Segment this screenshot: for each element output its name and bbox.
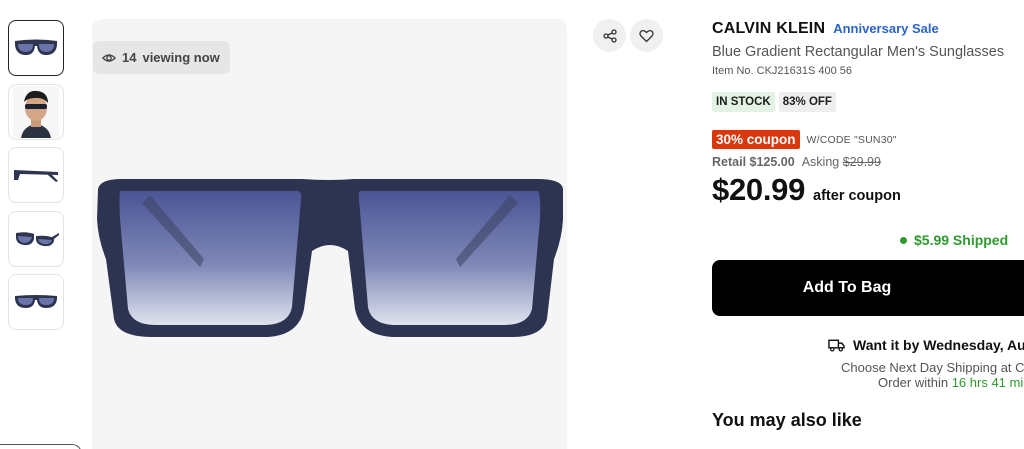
retail-price: Retail $125.00 <box>712 155 795 169</box>
brand-line: CALVIN KLEIN Anniversary Sale <box>712 20 1024 40</box>
viewing-now-badge: 14 viewing now <box>93 41 230 74</box>
stock-badge: IN STOCK <box>712 92 775 112</box>
sunglasses-image-large <box>97 179 563 337</box>
sunglasses-image <box>15 39 57 55</box>
after-coupon-label: after coupon <box>813 188 901 204</box>
thumbnail-sunglasses-front[interactable] <box>8 20 64 76</box>
favorite-button[interactable] <box>630 19 663 52</box>
sunglasses-side-image <box>14 170 58 182</box>
thumbnail-sunglasses-side[interactable] <box>8 147 64 203</box>
price-compare: Retail $125.00 Asking $29.99 <box>712 155 1024 169</box>
coupon-badge: 30% coupon <box>712 130 800 149</box>
sale-label[interactable]: Anniversary Sale <box>833 21 939 36</box>
brand-name[interactable]: CALVIN KLEIN <box>712 20 825 38</box>
thumbnail-sunglasses-front-small[interactable] <box>8 274 64 330</box>
item-number: Item No. CKJ21631S 400 56 <box>712 65 853 77</box>
eye-icon <box>102 53 116 62</box>
heart-icon <box>639 29 654 42</box>
main-product-image[interactable]: 14 viewing now <box>92 19 567 449</box>
share-button[interactable] <box>593 19 626 52</box>
coupon-code: W/CODE "SUN30" <box>806 133 897 146</box>
truck-icon <box>828 339 845 352</box>
next-day-shipping[interactable]: Choose Next Day Shipping at Ch <box>841 360 1024 375</box>
order-within-label: Order within <box>878 375 949 390</box>
green-dot-icon <box>900 236 907 244</box>
order-within: Order within 16 hrs 41 min <box>878 375 1024 390</box>
model-image <box>13 85 59 138</box>
shipping-price: $5.99 Shipped <box>914 232 1009 248</box>
coupon-line: 30% coupon W/CODE "SUN30" <box>712 130 1024 149</box>
sunglasses-angle-image <box>16 231 59 246</box>
current-price: $20.99 <box>712 172 806 207</box>
thumbnail-model-wearing[interactable] <box>8 83 64 140</box>
recommendations-title: You may also like <box>712 410 862 430</box>
viewing-text: viewing now <box>142 50 220 65</box>
asking-value: $29.99 <box>842 155 881 169</box>
product-name: Blue Gradient Rectangular Men's Sunglass… <box>712 44 1005 60</box>
order-within-timer: 16 hrs 41 min <box>951 375 1024 390</box>
price-line: $20.99 after coupon <box>712 172 1024 208</box>
share-icon <box>602 28 617 43</box>
badges: IN STOCK 83% OFF <box>712 92 1024 112</box>
viewing-count: 14 <box>122 50 137 65</box>
discount-badge: 83% OFF <box>778 92 836 112</box>
thumbnail-list <box>8 20 64 338</box>
add-to-bag-button[interactable]: Add To Bag <box>712 260 1024 316</box>
bottom-left-panel-edge <box>0 444 82 449</box>
asking-label: Asking <box>801 155 840 169</box>
delivery-headline: Want it by Wednesday, Au <box>853 337 1024 353</box>
thumbnail-sunglasses-angle[interactable] <box>8 210 64 267</box>
sunglasses-front-small-image <box>15 295 57 308</box>
asking-price: Asking $29.99 <box>802 155 881 169</box>
delivery-estimate: Want it by Wednesday, Au <box>828 337 1024 353</box>
product-info-panel: CALVIN KLEIN Anniversary Sale Blue Gradi… <box>712 20 1024 430</box>
shipping-info: $5.99 Shipped <box>900 232 1008 248</box>
